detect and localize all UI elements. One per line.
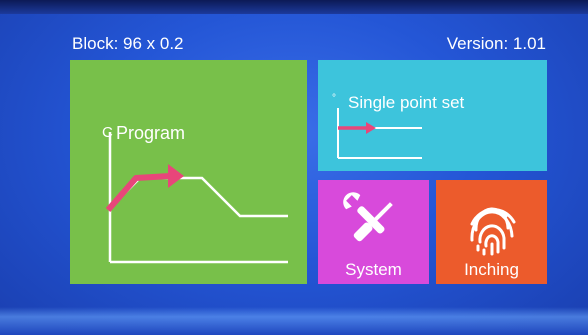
system-tile[interactable]: System (318, 180, 429, 284)
system-label: System (345, 260, 402, 279)
screen-bezel-bottom (0, 307, 588, 335)
screen-bezel-top (0, 0, 588, 14)
block-info-label: Block: 96 x 0.2 (72, 34, 184, 53)
inching-label: Inching (464, 260, 519, 279)
version-label: Version: 1.01 (446, 34, 546, 53)
inching-tile[interactable]: Inching (436, 180, 547, 284)
program-tile[interactable]: C Program (70, 60, 307, 284)
single-point-set-tile[interactable]: ° Single point set (318, 60, 547, 171)
temperature-profile-icon (105, 132, 288, 264)
single-point-graph-icon (337, 108, 422, 159)
